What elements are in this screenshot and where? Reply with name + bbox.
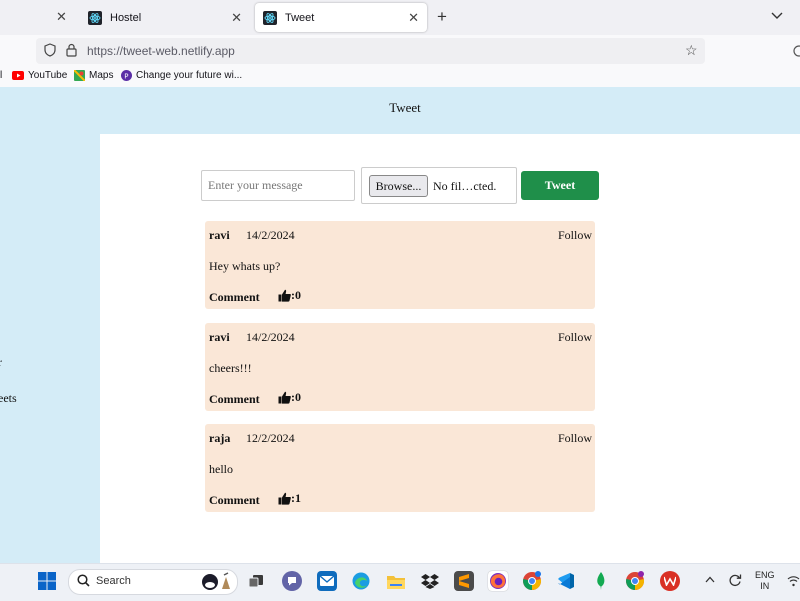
close-icon[interactable]: ✕ [56,9,67,25]
like-button[interactable]: :1 [278,491,301,506]
tab-title: Hostel [110,11,142,24]
thumbs-up-icon [278,391,291,404]
bookmark-maps[interactable]: Maps [74,70,113,81]
tweet-button[interactable]: Tweet [521,171,599,200]
tweet-username: ravi [209,330,230,344]
sublime-icon[interactable] [454,571,474,591]
search-icon [77,574,90,592]
react-icon [263,10,277,25]
tab-tweet[interactable]: Tweet ✕ [255,3,427,32]
follow-button[interactable]: Follow [558,228,592,243]
chrome-profile-icon[interactable] [625,571,645,591]
new-tab-icon[interactable]: + [437,7,447,27]
chevron-up-icon[interactable] [705,574,715,586]
wps-icon[interactable] [660,571,680,591]
file-input[interactable]: Browse... No fil…cted. [361,167,517,204]
follow-button[interactable]: Follow [558,431,592,446]
shield-icon[interactable] [44,43,56,62]
close-icon[interactable]: ✕ [408,10,419,26]
tweet-date: 14/2/2024 [246,228,295,242]
lock-icon[interactable] [66,43,77,62]
bookmarks-bar [0,67,800,87]
search-highlight-icon [200,571,234,596]
sidebar-fragment[interactable]: r [0,355,2,370]
comment-button[interactable]: Comment [209,290,260,305]
firefox-icon[interactable] [488,571,508,591]
sync-icon[interactable] [728,573,742,592]
tweet-message: Hey whats up? [209,259,281,273]
thumbs-up-icon [278,492,291,505]
maps-icon [74,70,85,81]
file-explorer-icon[interactable] [386,571,406,591]
feed-panel: Browse... No fil…cted. Tweet ravi 14/2/2… [100,134,800,563]
mail-icon[interactable] [317,571,337,591]
like-count: :1 [291,491,301,505]
thumbs-up-icon [278,289,291,302]
follow-button[interactable]: Follow [558,330,592,345]
browse-button[interactable]: Browse... [369,175,428,197]
tab-hostel[interactable]: Hostel ✕ [80,3,250,32]
chrome-icon[interactable] [522,571,542,591]
tab-title: Tweet [285,11,315,24]
svg-text:P: P [124,72,128,80]
bookmark-partial[interactable]: l [0,70,2,81]
tweet-card: ravi 14/2/2024 Follow cheers!!! Comment … [205,323,595,411]
mongodb-icon[interactable] [591,571,611,591]
tweet-card: ravi 14/2/2024 Follow Hey whats up? Comm… [205,221,595,309]
bookmark-change-future[interactable]: P Change your future wi... [121,70,242,81]
tweet-message: hello [209,462,233,476]
dropbox-icon[interactable] [420,571,440,591]
language-indicator[interactable]: ENG IN [755,570,775,592]
youtube-icon [12,71,24,80]
tweet-username: raja [209,431,231,445]
page-title: Tweet [389,100,421,115]
tweet-date: 14/2/2024 [246,330,295,344]
region-code: IN [760,581,770,591]
teams-icon[interactable] [282,571,302,591]
wifi-icon[interactable] [787,574,800,592]
extensions-icon[interactable] [792,44,800,58]
like-count: :0 [291,288,301,302]
vscode-icon[interactable] [556,571,576,591]
circle-p-icon: P [121,70,132,81]
windows-start-icon[interactable] [38,572,56,595]
search-label: Search [96,575,131,587]
react-icon [88,10,102,25]
like-button[interactable]: :0 [278,288,301,303]
url-text[interactable]: https://tweet-web.netlify.app [87,44,235,58]
comment-button[interactable]: Comment [209,392,260,407]
bookmark-star-icon[interactable]: ☆ [685,42,698,59]
task-view-icon[interactable] [246,571,266,591]
sidebar-fragment[interactable]: eets [0,391,17,406]
tweet-message: cheers!!! [209,361,252,375]
file-status: No fil…cted. [433,179,497,193]
tweet-card: raja 12/2/2024 Follow hello Comment :1 [205,424,595,512]
message-input[interactable] [201,170,355,201]
page-viewport: Tweet r eets Browse... No fil…cted. Twee… [0,87,800,563]
comment-button[interactable]: Comment [209,493,260,508]
edge-icon[interactable] [351,571,371,591]
like-button[interactable]: :0 [278,390,301,405]
language-code: ENG [755,570,775,580]
chevron-down-icon[interactable] [771,8,783,23]
tweet-username: ravi [209,228,230,242]
close-icon[interactable]: ✕ [231,10,242,26]
bookmark-youtube[interactable]: YouTube [12,70,67,81]
tweet-date: 12/2/2024 [246,431,295,445]
like-count: :0 [291,390,301,404]
